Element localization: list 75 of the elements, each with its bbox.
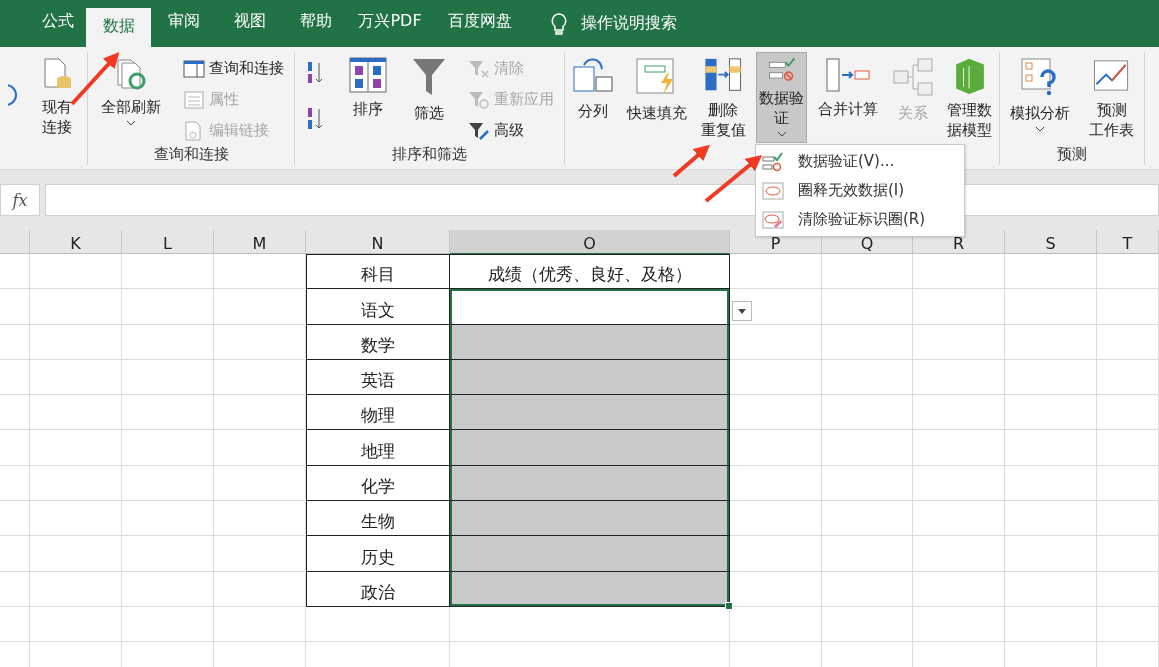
table-cell[interactable] (450, 395, 730, 431)
relationships-icon (891, 57, 934, 97)
table-cell[interactable] (450, 430, 730, 466)
ribbon-button[interactable]: 全部刷新 (97, 52, 164, 143)
caret-icon (738, 308, 746, 314)
table-cell: 生物 (306, 501, 450, 537)
table-cell[interactable] (450, 359, 730, 396)
table-cell: 政治 (306, 571, 450, 607)
menu-item[interactable]: 圈释无效数据(I) (756, 176, 964, 205)
lightbulb-icon (551, 12, 567, 35)
caret-icon (1035, 127, 1044, 132)
ribbon-button[interactable]: 合并计算 (815, 52, 882, 143)
ribbon-button[interactable]: 管理数 据模型 (944, 52, 996, 143)
table-cell: 成绩（优秀、良好、及格） (450, 254, 730, 290)
properties-list-icon (183, 89, 206, 110)
table-cell: 语文 (306, 289, 450, 325)
group-label: 预测 (1056, 145, 1088, 165)
funnel-refresh-icon (468, 89, 491, 110)
table-cell[interactable] (450, 571, 730, 607)
table-cell: 化学 (306, 465, 450, 502)
ribbon-tab[interactable]: 万兴PDF (349, 0, 431, 47)
fill-handle[interactable] (725, 601, 733, 610)
column-header[interactable]: N (306, 230, 450, 254)
dropdown-button[interactable] (732, 301, 752, 322)
ribbon-small-button[interactable]: 查询和连接 (183, 54, 285, 83)
column-header[interactable]: T (1097, 230, 1159, 254)
ribbon-button[interactable]: 分列 (568, 52, 617, 143)
table-cell: 地理 (306, 430, 450, 466)
ribbon-button[interactable]: 数据验 证 (756, 52, 808, 143)
ribbon-button[interactable]: 快速填充 (624, 52, 691, 143)
column-header[interactable]: L (122, 230, 214, 254)
table-cell: 物理 (306, 395, 450, 431)
caret-icon (777, 132, 786, 137)
table-cell[interactable] (450, 536, 730, 572)
ribbon-button[interactable]: 排序 (345, 52, 390, 143)
menu-item[interactable]: 数据验证(V)... (756, 147, 964, 176)
ribbon-button[interactable]: 模拟分析 (1006, 52, 1073, 143)
consolidate-icon (825, 57, 872, 93)
ribbon-small-button[interactable]: 高级 (468, 116, 555, 145)
table-cell[interactable] (450, 465, 730, 502)
funnel-pencil-icon (468, 120, 491, 141)
sort-grid-icon (348, 57, 387, 93)
table-cell[interactable] (450, 501, 730, 537)
tell-me-search[interactable]: 操作说明搜索 (581, 13, 677, 34)
ribbon-tab[interactable]: 百度网盘 (431, 0, 529, 47)
column-header[interactable]: S (1005, 230, 1097, 254)
column-header[interactable]: M (214, 230, 306, 254)
ribbon-button[interactable]: 预测 工作表 (1086, 52, 1138, 143)
ribbon-tab[interactable]: 数据 (86, 8, 151, 47)
ribbon-tab[interactable]: 公式 (30, 0, 86, 47)
circle-invalid-icon (762, 180, 784, 201)
table-cell: 英语 (306, 359, 450, 396)
table-cell: 数学 (306, 324, 450, 360)
ribbon-button[interactable]: 现有 连接 (37, 52, 78, 143)
table-cell: 科目 (306, 254, 450, 290)
column-header[interactable]: K (30, 230, 122, 254)
group-label: 查询和连接 (152, 145, 230, 165)
function-button[interactable]: fx (0, 184, 40, 216)
funnel-clear-icon (468, 58, 491, 79)
table-cell[interactable] (450, 324, 730, 360)
caret-icon (126, 121, 135, 126)
ribbon-tab[interactable]: 帮助 (283, 0, 349, 47)
clear-circles-icon (762, 209, 784, 230)
select-all-corner[interactable] (0, 230, 30, 254)
ribbon-button[interactable]: 删除 重复值 (697, 52, 749, 143)
column-header[interactable]: O (450, 230, 730, 254)
group-label: 排序和筛选 (391, 145, 468, 165)
ribbon-tab[interactable]: 审阅 (151, 0, 217, 47)
funnel-icon (412, 57, 447, 97)
table-cell: 历史 (306, 536, 450, 572)
data-validation-icon (762, 151, 784, 172)
split-columns-icon (571, 57, 614, 95)
ribbon-button[interactable]: 筛选 (409, 52, 450, 143)
table-window-icon (183, 58, 206, 79)
ribbon-tab[interactable]: 视图 (217, 0, 283, 47)
